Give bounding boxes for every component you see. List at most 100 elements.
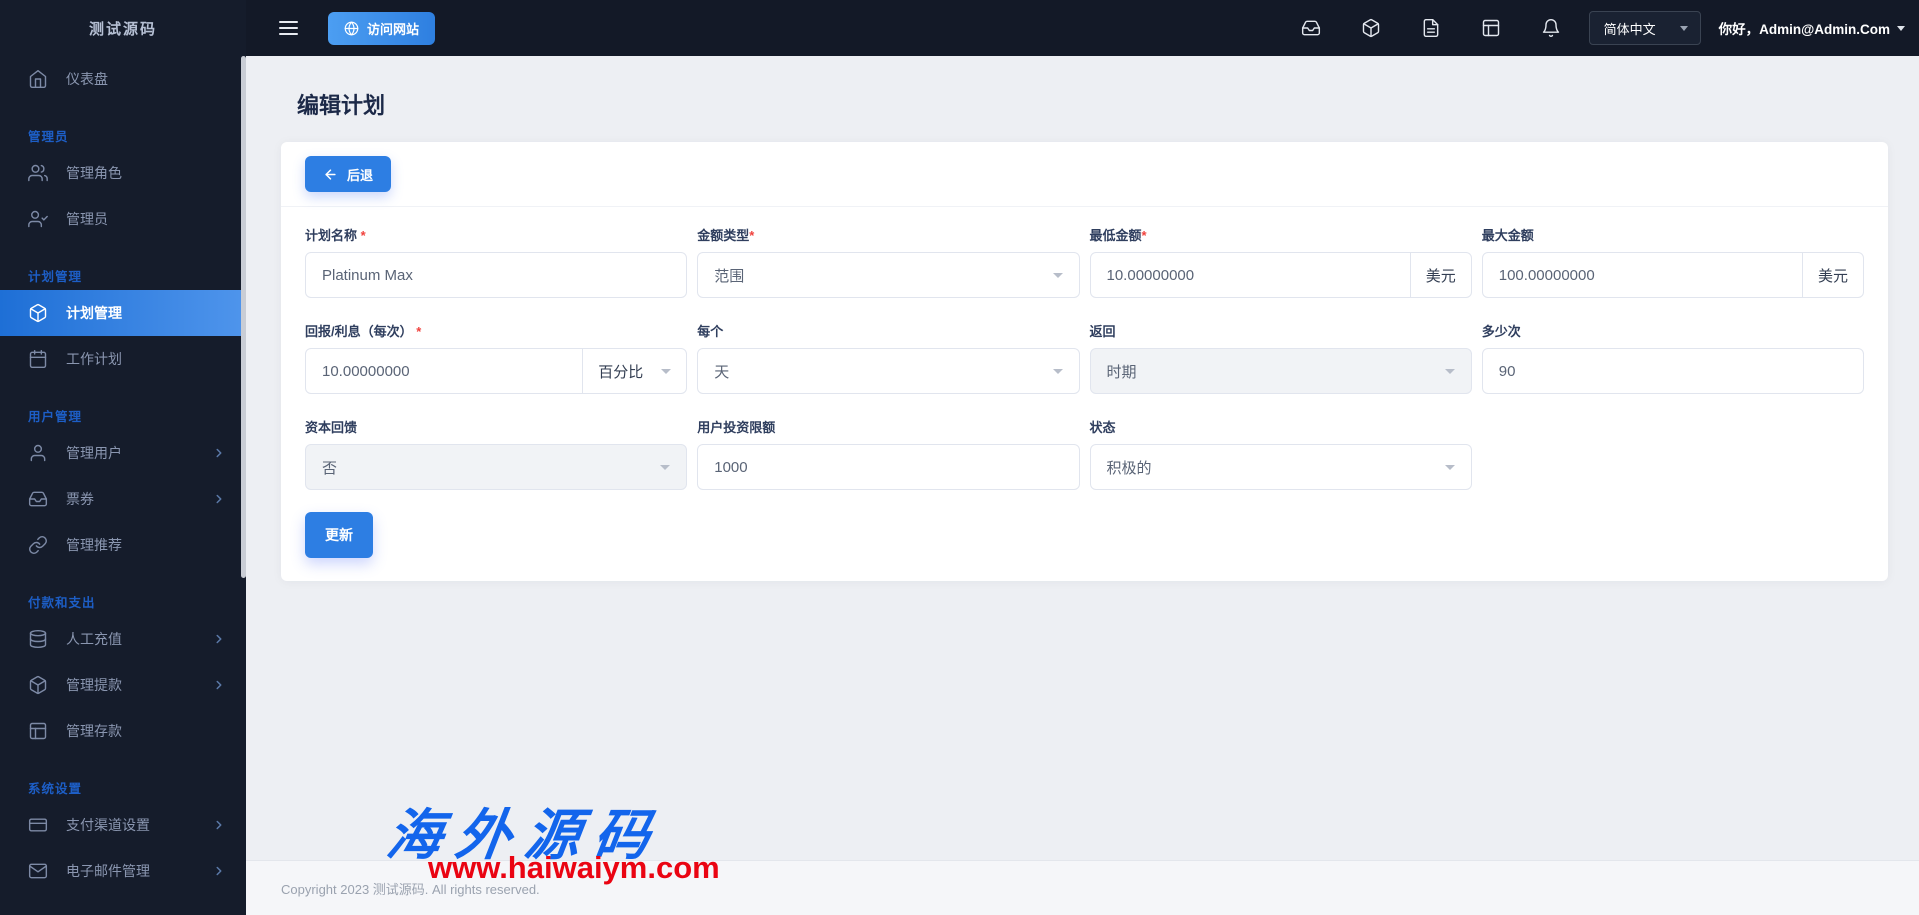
field-label: 回报/利息（每次） <box>305 324 417 339</box>
back-button-label: 后退 <box>347 167 374 183</box>
inbox-icon <box>28 489 48 509</box>
field-label: 最大金额 <box>1481 228 1534 243</box>
sidebar-item-payment-channel-settings[interactable]: 支付渠道设置 <box>0 802 246 848</box>
sidebar-item-manage-withdrawals[interactable]: 管理提款 <box>0 662 246 708</box>
user-greeting: 你好，Admin@Admin.Com <box>1718 22 1890 37</box>
cube-icon <box>28 303 48 323</box>
field-return-interest: 回报/利息（每次） * 百分比 <box>305 321 688 394</box>
chevron-right-icon <box>212 492 226 506</box>
status-select[interactable]: 积极的 <box>1089 444 1472 490</box>
mail-icon <box>28 861 48 881</box>
chevron-right-icon <box>212 864 226 878</box>
field-status: 状态 积极的 <box>1089 417 1472 490</box>
chevron-down-icon <box>1897 25 1905 31</box>
language-label: 简体中文 <box>1603 21 1656 37</box>
return-type-select[interactable]: 时期 <box>1089 348 1472 394</box>
per-select[interactable]: 天 <box>697 348 1080 394</box>
package-icon <box>28 675 48 695</box>
field-label: 金额类型 <box>697 228 750 243</box>
required-asterisk: * <box>416 324 422 339</box>
plan-name-input[interactable] <box>306 253 687 297</box>
layout-grid-icon[interactable] <box>1481 18 1501 38</box>
sidebar-item-manage-referrals[interactable]: 管理推荐 <box>0 522 246 568</box>
amount-type-select[interactable]: 范围 <box>697 252 1080 298</box>
chevron-down-icon <box>1444 368 1455 374</box>
back-button[interactable]: 后退 <box>305 156 392 192</box>
sidebar-item-manual-recharge[interactable]: 人工充值 <box>0 616 246 662</box>
required-asterisk: * <box>360 228 366 243</box>
language-select[interactable]: 简体中文 <box>1588 11 1701 45</box>
sidebar-section-system: 系统设置 <box>28 782 83 796</box>
main-content: 编辑计划 后退 计划名称 * 金额类型 * <box>246 56 1919 860</box>
sidebar-scrollbar[interactable] <box>241 56 246 578</box>
sidebar-nav: 仪表盘 管理员 管理角色 管理员 计划管理 计划管理 工作计划 用户管理 管理用… <box>0 56 246 894</box>
sidebar-item-label: 电子邮件管理 <box>66 863 150 879</box>
sidebar-item-work-plan[interactable]: 工作计划 <box>0 336 246 382</box>
capital-back-select[interactable]: 否 <box>305 444 688 490</box>
sidebar-item-manage-deposits[interactable]: 管理存款 <box>0 708 246 754</box>
visit-site-button[interactable]: 访问网站 <box>328 11 436 45</box>
selected-value: 范围 <box>714 267 745 285</box>
topbar: 访问网站 简体中文 你好，Admin@Admin.Com <box>246 0 1919 56</box>
calendar-icon <box>28 349 48 369</box>
sidebar-item-dashboard[interactable]: 仪表盘 <box>0 56 246 102</box>
menu-toggle-icon[interactable] <box>279 21 298 35</box>
field-per: 每个 天 <box>697 321 1080 394</box>
sidebar-section-admin: 管理员 <box>28 130 69 144</box>
sidebar-item-label: 计划管理 <box>66 305 122 321</box>
sidebar-item-label: 管理提款 <box>66 677 122 693</box>
sidebar-item-plan-manage[interactable]: 计划管理 <box>0 290 246 336</box>
user-menu[interactable]: 你好，Admin@Admin.Com <box>1719 18 1905 38</box>
arrow-left-icon <box>323 167 338 182</box>
inbox-icon[interactable] <box>1301 18 1321 38</box>
currency-addon: 美元 <box>1801 253 1863 297</box>
app-window: 测试源码 仪表盘 管理员 管理角色 管理员 计划管理 计划管理 工作计划 用户管… <box>0 0 1919 915</box>
sidebar-item-email-manage[interactable]: 电子邮件管理 <box>0 848 246 894</box>
database-icon <box>28 629 48 649</box>
globe-icon <box>344 21 359 36</box>
package-icon[interactable] <box>1361 18 1381 38</box>
sidebar-item-label: 票券 <box>66 491 94 507</box>
required-asterisk: * <box>1141 228 1147 243</box>
sidebar-item-label: 管理存款 <box>66 723 122 739</box>
sidebar-item-manage-users[interactable]: 管理用户 <box>0 430 246 476</box>
chevron-down-icon <box>1052 272 1063 278</box>
home-icon <box>28 69 48 89</box>
field-label: 最低金额 <box>1089 228 1142 243</box>
field-label: 每个 <box>697 324 724 339</box>
sidebar-section-user: 用户管理 <box>28 410 83 424</box>
field-empty <box>1482 417 1864 490</box>
file-text-icon[interactable] <box>1421 18 1441 38</box>
return-interest-input[interactable] <box>306 349 583 393</box>
currency-addon: 美元 <box>1409 253 1471 297</box>
field-label: 状态 <box>1089 420 1116 435</box>
app-logo: 测试源码 <box>88 20 157 38</box>
sidebar-item-label: 管理用户 <box>66 445 122 461</box>
selected-value: 否 <box>322 459 338 477</box>
sidebar-item-label: 工作计划 <box>66 351 122 367</box>
bell-icon[interactable] <box>1541 18 1561 38</box>
sidebar-item-manage-roles[interactable]: 管理角色 <box>0 150 246 196</box>
sidebar-item-label: 支付渠道设置 <box>66 817 150 833</box>
times-input[interactable] <box>1482 349 1863 393</box>
sidebar-section-payment: 付款和支出 <box>28 596 96 610</box>
chevron-right-icon <box>212 678 226 692</box>
update-button[interactable]: 更新 <box>305 512 373 558</box>
grid-icon <box>28 721 48 741</box>
field-plan-name: 计划名称 * <box>305 225 688 298</box>
interest-unit-select[interactable]: 百分比 <box>582 349 686 393</box>
sidebar-section-plan: 计划管理 <box>28 270 83 284</box>
chevron-right-icon <box>212 446 226 460</box>
page-title: 编辑计划 <box>297 93 386 118</box>
sidebar-item-admins[interactable]: 管理员 <box>0 196 246 242</box>
user-icon <box>28 443 48 463</box>
watermark-url: www.haiwaiym.com <box>428 850 720 885</box>
field-return-type: 返回 时期 <box>1089 321 1472 394</box>
sidebar-item-label: 管理角色 <box>66 165 122 181</box>
field-times: 多少次 <box>1481 321 1864 394</box>
chevron-down-icon <box>1052 368 1063 374</box>
min-amount-input[interactable] <box>1090 253 1410 297</box>
invest-limit-input[interactable] <box>698 445 1079 489</box>
sidebar-item-tickets[interactable]: 票券 <box>0 476 246 522</box>
max-amount-input[interactable] <box>1482 253 1802 297</box>
